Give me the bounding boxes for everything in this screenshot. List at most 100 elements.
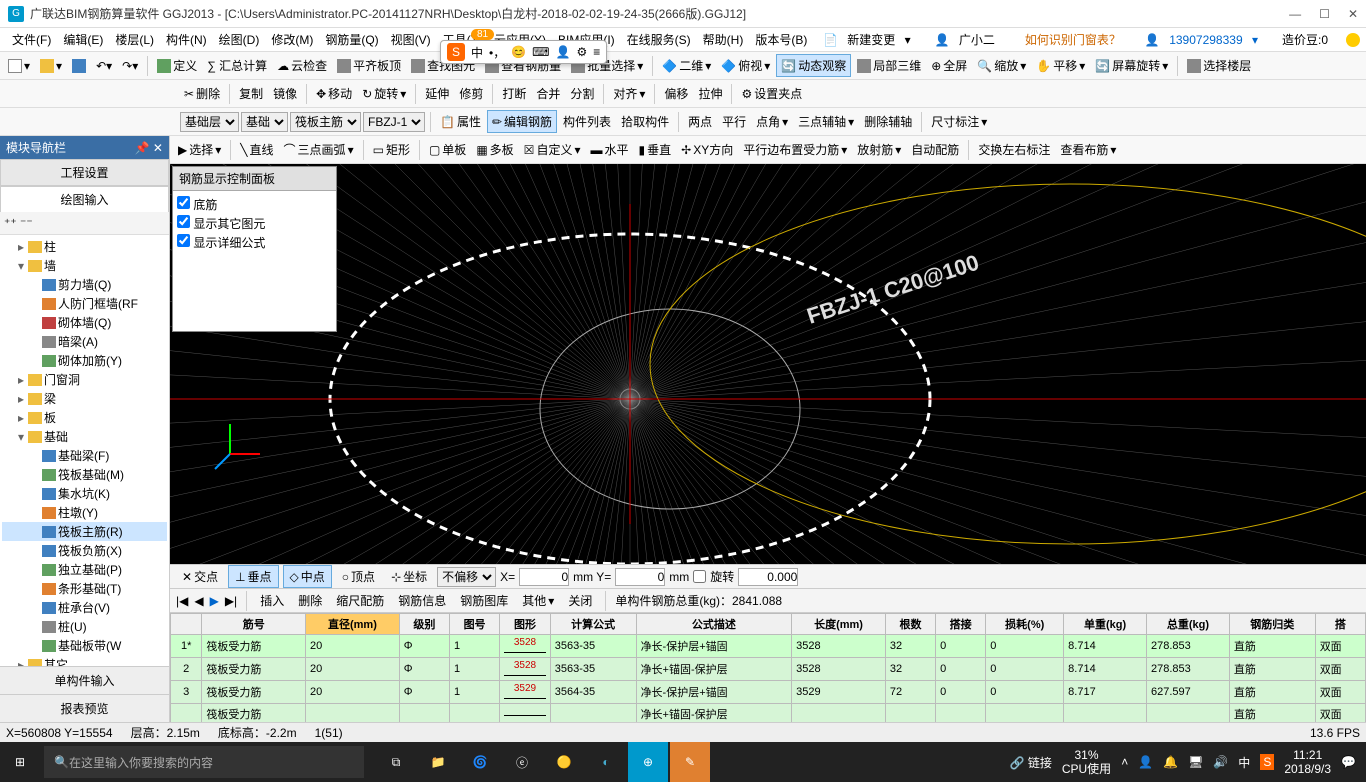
edge-icon[interactable]: ⓔ — [502, 742, 542, 782]
help-link[interactable]: 如何识别门窗表？ — [1019, 28, 1127, 51]
tree-item[interactable]: 筏板基础(M) — [2, 465, 167, 484]
collapse-icon[interactable]: ⁻⁻ — [20, 216, 33, 230]
drawing-canvas[interactable]: 钢筋显示控制面板 底筋 显示其它图元 显示详细公式 — [170, 164, 1366, 564]
snap-mid[interactable]: ◇ 中点 — [283, 565, 332, 588]
ime-menu-icon[interactable]: ≡ — [593, 45, 600, 59]
grid-delete-button[interactable]: 删除 — [294, 590, 326, 611]
table-row[interactable]: 3筏板受力筋20Φ1 3529 3564-35净长-保护层+锚固35297200… — [171, 681, 1366, 704]
tree-item[interactable]: 人防门框墙(RF — [2, 294, 167, 313]
grid-prev-icon[interactable]: ◀ — [194, 594, 203, 608]
flat-top-button[interactable]: 平齐板顶 — [333, 55, 405, 76]
line-tool[interactable]: ╲直线 — [236, 139, 277, 160]
menu-version[interactable]: 版本号(B) — [749, 28, 813, 51]
tree-item[interactable]: 砌体加筋(Y) — [2, 351, 167, 370]
xy-dir-tool[interactable]: ✢XY方向 — [677, 139, 737, 160]
horiz-tool[interactable]: ▬水平 — [586, 139, 632, 160]
single-input-button[interactable]: 单构件输入 — [0, 666, 169, 694]
merge-button[interactable]: 合并 — [532, 83, 564, 104]
start-button[interactable]: ⊞ — [0, 742, 40, 782]
three-aux-button[interactable]: 三点辅轴▾ — [794, 111, 858, 132]
tray-display-icon[interactable]: 🖥 — [1188, 755, 1203, 769]
screen-rotate-button[interactable]: 🔄屏幕旋转▾ — [1091, 55, 1172, 76]
type-select[interactable]: 筏板主筋 — [290, 112, 361, 132]
tab-project-settings[interactable]: 工程设置 — [0, 159, 169, 186]
tree-item[interactable]: 独立基础(P) — [2, 560, 167, 579]
tree-item[interactable]: ▾墙 — [2, 256, 167, 275]
grid-play-icon[interactable]: ▶ — [210, 594, 219, 608]
pin-icon[interactable]: 📌 ✕ — [135, 141, 163, 155]
radial-tool[interactable]: 放射筋▾ — [853, 139, 905, 160]
del-aux-button[interactable]: 删除辅轴 — [860, 111, 916, 132]
new-change-button[interactable]: 📄 新建变更 ▾ — [817, 28, 917, 51]
y-input[interactable] — [615, 568, 665, 586]
grid-lib-button[interactable]: 钢筋图库 — [456, 590, 512, 611]
trim-button[interactable]: 修剪 — [455, 83, 487, 104]
edge-force-tool[interactable]: 平行边布置受力筋▾ — [739, 139, 851, 160]
tray-person-icon[interactable]: 👤 — [1138, 755, 1153, 769]
cloud-check-button[interactable]: ☁云检查 — [273, 55, 331, 76]
tree-item[interactable]: ▸其它 — [2, 655, 167, 666]
expand-icon[interactable]: ⁺⁺ — [4, 216, 17, 230]
copy-button[interactable]: 复制 — [235, 83, 267, 104]
rotate-button[interactable]: ↻旋转▾ — [358, 83, 410, 104]
stretch-button[interactable]: 拉伸 — [694, 83, 726, 104]
component-select[interactable]: FBZJ-1 — [363, 112, 425, 132]
menu-help[interactable]: 帮助(H) — [697, 28, 750, 51]
tree-item[interactable]: ▸梁 — [2, 389, 167, 408]
break-button[interactable]: 打断 — [498, 83, 530, 104]
tree-item[interactable]: 条形基础(T) — [2, 579, 167, 598]
tree-item[interactable]: ▸门窗洞 — [2, 370, 167, 389]
ime-punct[interactable]: •， — [489, 44, 505, 61]
move-button[interactable]: ✥移动 — [312, 83, 356, 104]
tree-item[interactable]: 集水坑(K) — [2, 484, 167, 503]
multi-board-tool[interactable]: ▦多板 — [472, 139, 517, 160]
tree-item[interactable]: 暗梁(A) — [2, 332, 167, 351]
menu-view[interactable]: 视图(V) — [385, 28, 437, 51]
single-board-tool[interactable]: ▢单板 — [425, 139, 470, 160]
tray-volume-icon[interactable]: 🔊 — [1213, 755, 1228, 769]
tab-draw-input[interactable]: 绘图输入 — [0, 186, 169, 212]
local-3d-button[interactable]: 局部三维 — [853, 55, 925, 76]
tree-item[interactable]: 桩(U) — [2, 617, 167, 636]
2d-button[interactable]: 🔷二维▾ — [658, 55, 715, 76]
zoom-button[interactable]: 🔍缩放▾ — [973, 55, 1030, 76]
account-number[interactable]: 👤 13907298339 ▾ — [1139, 30, 1264, 50]
define-button[interactable]: 定义 — [153, 55, 201, 76]
table-row[interactable]: 2筏板受力筋20Φ1 3528 3563-35净长+锚固-保护层35283200… — [171, 658, 1366, 681]
app-icon-1[interactable]: 🌀 — [460, 742, 500, 782]
offset-button[interactable]: 偏移 — [660, 83, 692, 104]
rect-tool[interactable]: ▭矩形 — [369, 139, 414, 160]
two-point-button[interactable]: 两点 — [684, 111, 716, 132]
offset-mode-select[interactable]: 不偏移 — [437, 567, 496, 587]
chk-bottom-bar[interactable]: 底筋 — [177, 195, 332, 214]
app-icon-3[interactable]: ◐ — [586, 742, 626, 782]
sum-calc-button[interactable]: ∑ 汇总计算 — [203, 55, 271, 76]
ime-keyboard-icon[interactable]: ⌨ — [532, 45, 549, 59]
fullscreen-button[interactable]: ⊕全屏 — [927, 55, 971, 76]
swap-annot-tool[interactable]: 交换左右标注 — [974, 139, 1054, 160]
table-row[interactable]: 筏板受力筋 净长+锚固-保护层直筋双面 — [171, 704, 1366, 723]
snap-perp[interactable]: ⊥ 垂点 — [228, 565, 278, 588]
tray-notif-icon[interactable]: 💬 — [1341, 755, 1356, 769]
tree-item[interactable]: 筏板负筋(X) — [2, 541, 167, 560]
category-select[interactable]: 基础 — [241, 112, 288, 132]
component-list-button[interactable]: 构件列表 — [559, 111, 615, 132]
rotate-input[interactable] — [738, 568, 798, 586]
tree-item[interactable]: ▾基础 — [2, 427, 167, 446]
menu-draw[interactable]: 绘图(D) — [213, 28, 266, 51]
redo-button[interactable]: ↷▾ — [118, 57, 142, 75]
menu-floor[interactable]: 楼层(L) — [109, 28, 160, 51]
attr-button[interactable]: 📋属性 — [436, 111, 485, 132]
split-button[interactable]: 分割 — [566, 83, 598, 104]
point-corner-button[interactable]: 点角▾ — [752, 111, 792, 132]
user-label[interactable]: 👤 广小二 — [929, 28, 1007, 51]
auto-rebar-tool[interactable]: 自动配筋 — [907, 139, 963, 160]
extend-button[interactable]: 延伸 — [421, 83, 453, 104]
view-rebar-layout-tool[interactable]: 查看布筋▾ — [1056, 139, 1120, 160]
ime-user-icon[interactable]: 👤 — [556, 45, 571, 59]
app-icon-5[interactable]: ✎ — [670, 742, 710, 782]
tree-item[interactable]: ▸柱 — [2, 237, 167, 256]
floor-select[interactable]: 基础层 — [180, 112, 239, 132]
ime-bar[interactable]: 81 S 中 •， 😊 ⌨ 👤 ⚙ ≡ — [440, 40, 607, 64]
mirror-button[interactable]: 镜像 — [269, 83, 301, 104]
